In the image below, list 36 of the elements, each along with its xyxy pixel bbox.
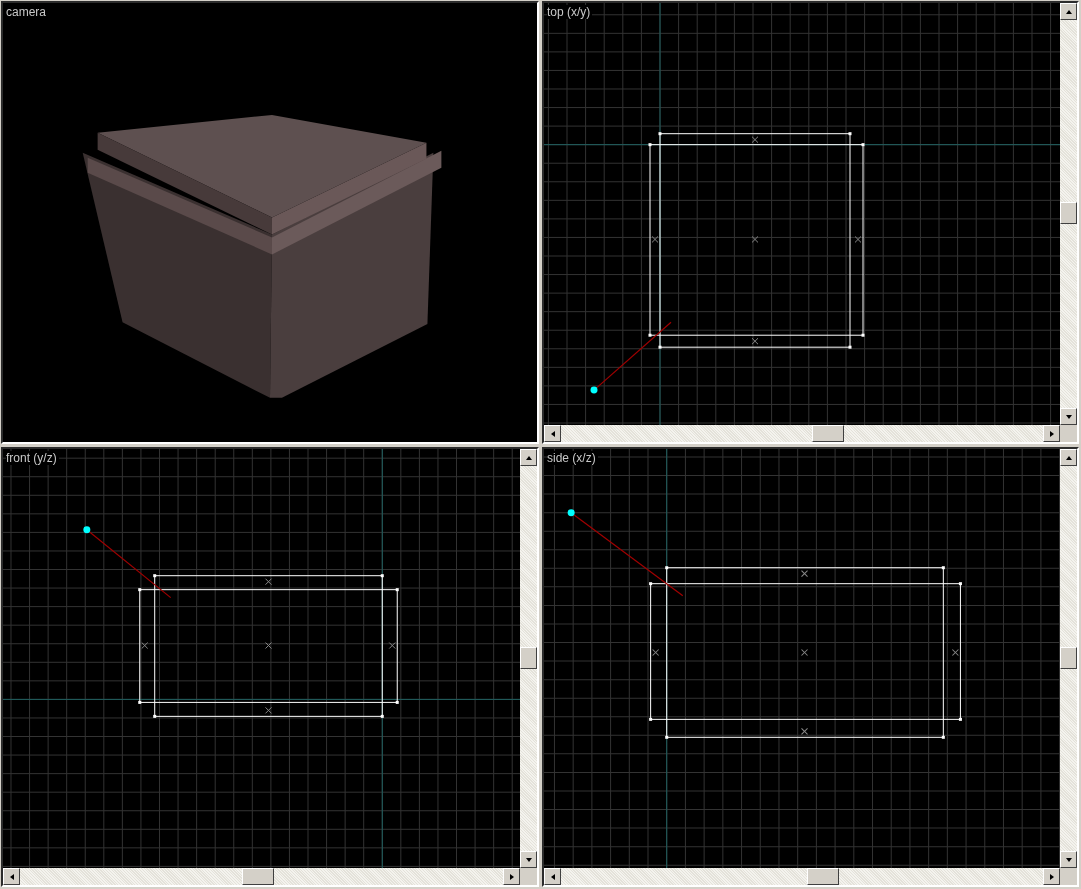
down-arrow-icon bbox=[1064, 412, 1073, 421]
camera-marker-drawing[interactable] bbox=[590, 321, 672, 394]
scroll-button[interactable] bbox=[520, 851, 537, 868]
vertical-scrollbar[interactable] bbox=[1060, 3, 1077, 425]
scroll-button[interactable] bbox=[544, 868, 561, 885]
viewport-label: side (x/z) bbox=[547, 451, 598, 465]
scroll-button[interactable] bbox=[503, 868, 520, 885]
scroll-button[interactable] bbox=[1060, 449, 1077, 466]
scroll-button[interactable] bbox=[1060, 851, 1077, 868]
viewport-label: top (x/y) bbox=[547, 5, 593, 19]
scroll-button[interactable] bbox=[3, 868, 20, 885]
scroll-thumb[interactable] bbox=[806, 868, 839, 885]
scroll-thumb[interactable] bbox=[1060, 646, 1077, 669]
vertical-scrollbar[interactable] bbox=[520, 449, 537, 868]
horizontal-scrollbar[interactable] bbox=[3, 868, 520, 885]
camera-marker-drawing[interactable] bbox=[83, 526, 172, 599]
scroll-thumb[interactable] bbox=[242, 868, 275, 885]
scroll-button[interactable] bbox=[1043, 868, 1060, 885]
right-arrow-icon bbox=[1047, 872, 1056, 881]
scroll-button[interactable] bbox=[1060, 408, 1077, 425]
down-arrow-icon bbox=[1064, 855, 1073, 864]
right-arrow-icon bbox=[1047, 429, 1056, 438]
scroll-thumb[interactable] bbox=[811, 425, 844, 442]
camera-marker-drawing[interactable] bbox=[567, 509, 684, 597]
vertical-scrollbar[interactable] bbox=[1060, 449, 1077, 868]
scroll-thumb[interactable] bbox=[1060, 202, 1077, 225]
scroll-thumb[interactable] bbox=[520, 646, 537, 669]
horizontal-scrollbar[interactable] bbox=[544, 425, 1060, 442]
scroll-button[interactable] bbox=[544, 425, 561, 442]
down-arrow-icon bbox=[524, 855, 533, 864]
scroll-button[interactable] bbox=[1043, 425, 1060, 442]
scroll-button[interactable] bbox=[1060, 3, 1077, 20]
viewport-label: front (y/z) bbox=[6, 451, 59, 465]
right-arrow-icon bbox=[507, 872, 516, 881]
scroll-button[interactable] bbox=[520, 449, 537, 466]
horizontal-scrollbar[interactable] bbox=[544, 868, 1060, 885]
